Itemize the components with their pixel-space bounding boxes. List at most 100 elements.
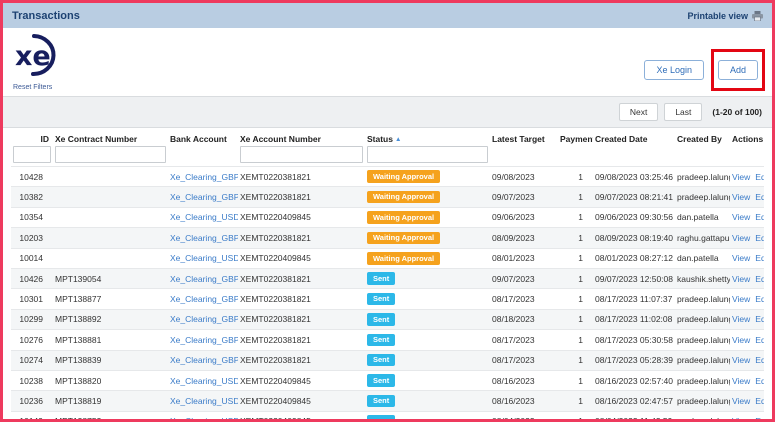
edit-link[interactable]: Edit	[755, 335, 764, 345]
reset-filters-link[interactable]: Reset Filters	[13, 84, 65, 91]
bank-account-link[interactable]: Xe_Clearing_GBP	[170, 314, 238, 324]
cell-latest-target: 08/04/2023	[490, 411, 558, 422]
bank-account-link[interactable]: Xe_Clearing_GBP	[170, 355, 238, 365]
status-badge: Waiting Approval	[367, 170, 440, 183]
column-header-created-by[interactable]: Created By	[675, 128, 730, 144]
bank-account-link[interactable]: Xe_Clearing_USD	[170, 253, 238, 263]
cell-id: 10203	[11, 228, 53, 248]
cell-id: 10236	[11, 391, 53, 411]
edit-link[interactable]: Edit	[755, 416, 764, 422]
cell-payments: 1	[558, 207, 593, 227]
cell-payments: 1	[558, 350, 593, 370]
last-page-button[interactable]: Last	[664, 103, 702, 121]
bank-account-link[interactable]: Xe_Clearing_GBP	[170, 335, 238, 345]
cell-xe-account-number: XEMT0220409845	[238, 391, 365, 411]
view-link[interactable]: View	[732, 396, 750, 406]
bank-account-link[interactable]: Xe_Clearing_USD	[170, 212, 238, 222]
column-header-id[interactable]: ID	[11, 128, 53, 144]
bank-account-link[interactable]: Xe_Clearing_USD	[170, 396, 238, 406]
cell-payments: 1	[558, 330, 593, 350]
edit-link[interactable]: Edit	[755, 396, 764, 406]
cell-xe-account-number: XEMT0220381821	[238, 228, 365, 248]
cell-payments: 1	[558, 411, 593, 422]
filter-row	[11, 144, 764, 167]
cell-contract-number: MPT138881	[53, 330, 168, 350]
view-link[interactable]: View	[732, 335, 750, 345]
xe-logo: xe	[13, 31, 65, 79]
status-badge: Waiting Approval	[367, 191, 440, 204]
bank-account-link[interactable]: Xe_Clearing_GBP	[170, 274, 238, 284]
screenshot-frame: Transactions Printable view xe Reset Fil…	[0, 0, 775, 422]
edit-link[interactable]: Edit	[755, 212, 764, 222]
status-badge: Sent	[367, 272, 395, 285]
view-link[interactable]: View	[732, 355, 750, 365]
table-row: 10238 MPT138820 Xe_Clearing_USD XEMT0220…	[11, 370, 764, 390]
column-header-xe-account[interactable]: Xe Account Number	[238, 128, 365, 144]
edit-link[interactable]: Edit	[755, 274, 764, 284]
view-link[interactable]: View	[732, 314, 750, 324]
bank-account-link[interactable]: Xe_Clearing_GBP	[170, 192, 238, 202]
cell-created-date: 08/17/2023 05:30:58	[593, 330, 675, 350]
view-link[interactable]: View	[732, 253, 750, 263]
cell-latest-target: 09/08/2023	[490, 167, 558, 187]
status-badge: Waiting Approval	[367, 232, 440, 245]
cell-payments: 1	[558, 289, 593, 309]
edit-link[interactable]: Edit	[755, 172, 764, 182]
edit-link[interactable]: Edit	[755, 294, 764, 304]
cell-contract-number	[53, 248, 168, 268]
contract-filter-input[interactable]	[55, 146, 166, 163]
cell-xe-account-number: XEMT0220409845	[238, 370, 365, 390]
view-link[interactable]: View	[732, 192, 750, 202]
bank-account-link[interactable]: Xe_Clearing_GBP	[170, 233, 238, 243]
cell-contract-number: MPT138820	[53, 370, 168, 390]
cell-id: 10238	[11, 370, 53, 390]
view-link[interactable]: View	[732, 294, 750, 304]
status-badge: Sent	[367, 334, 395, 347]
view-link[interactable]: View	[732, 233, 750, 243]
printable-view-label: Printable view	[687, 11, 748, 21]
xe-login-button[interactable]: Xe Login	[644, 60, 704, 80]
id-filter-input[interactable]	[13, 146, 51, 163]
cell-created-date: 08/01/2023 08:27:12	[593, 248, 675, 268]
cell-contract-number: MPT139054	[53, 268, 168, 288]
add-button[interactable]: Add	[718, 60, 758, 80]
table-row: 10149 MPT138753 Xe_Clearing_USD XEMT0220…	[11, 411, 764, 422]
edit-link[interactable]: Edit	[755, 355, 764, 365]
column-header-latest-target[interactable]: Latest Target	[490, 128, 558, 144]
xe-account-filter-input[interactable]	[240, 146, 363, 163]
view-link[interactable]: View	[732, 212, 750, 222]
edit-link[interactable]: Edit	[755, 376, 764, 386]
cell-payments: 1	[558, 248, 593, 268]
cell-payments: 1	[558, 391, 593, 411]
table-row: 10274 MPT138839 Xe_Clearing_GBP XEMT0220…	[11, 350, 764, 370]
view-link[interactable]: View	[732, 416, 750, 422]
cell-payments: 1	[558, 268, 593, 288]
bank-account-link[interactable]: Xe_Clearing_GBP	[170, 172, 238, 182]
column-header-created-date[interactable]: Created Date	[593, 128, 675, 144]
status-filter-input[interactable]	[367, 146, 488, 163]
edit-link[interactable]: Edit	[755, 314, 764, 324]
cell-contract-number	[53, 167, 168, 187]
cell-contract-number	[53, 207, 168, 227]
column-header-payments[interactable]: Payments	[558, 128, 593, 144]
cell-created-by: pradeep.lalung	[675, 309, 730, 329]
toolbar-area: xe Reset Filters Xe Login Add	[3, 28, 772, 96]
edit-link[interactable]: Edit	[755, 233, 764, 243]
view-link[interactable]: View	[732, 172, 750, 182]
view-link[interactable]: View	[732, 274, 750, 284]
column-header-contract[interactable]: Xe Contract Number	[53, 128, 168, 144]
next-page-button[interactable]: Next	[619, 103, 658, 121]
edit-link[interactable]: Edit	[755, 253, 764, 263]
column-header-bank-account[interactable]: Bank Account	[168, 128, 238, 144]
view-link[interactable]: View	[732, 376, 750, 386]
cell-latest-target: 09/06/2023	[490, 207, 558, 227]
edit-link[interactable]: Edit	[755, 192, 764, 202]
bank-account-link[interactable]: Xe_Clearing_USD	[170, 416, 238, 422]
printable-view-link[interactable]: Printable view	[687, 11, 763, 21]
bank-account-link[interactable]: Xe_Clearing_USD	[170, 376, 238, 386]
bank-account-link[interactable]: Xe_Clearing_GBP	[170, 294, 238, 304]
cell-xe-account-number: XEMT0220381821	[238, 167, 365, 187]
column-header-status[interactable]: Status▲	[365, 128, 490, 144]
cell-created-by: pradeep.lalung	[675, 411, 730, 422]
cell-id: 10274	[11, 350, 53, 370]
